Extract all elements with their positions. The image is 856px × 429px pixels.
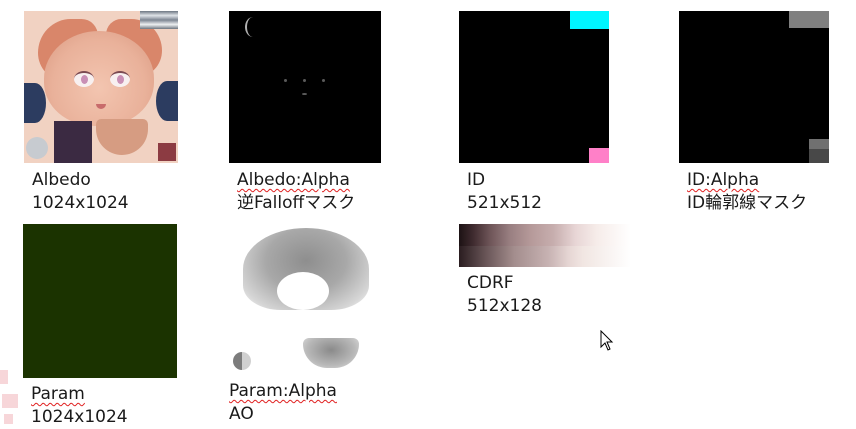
alpha-dot <box>322 79 325 82</box>
ao-bowl-region <box>303 338 359 368</box>
albedo-alpha-texture-thumbnail[interactable] <box>229 11 381 163</box>
cdrf-gradient-band <box>459 246 631 267</box>
texture-name: Albedo <box>32 170 91 190</box>
metal-stripe-region <box>140 11 178 29</box>
cdrf-caption: CDRF 512x128 <box>467 272 542 318</box>
texture-name: Albedo:Alpha <box>237 170 350 190</box>
texture-description: ID輪郭線マスク <box>687 193 808 213</box>
texture-size: 512x128 <box>467 296 542 316</box>
grey-block <box>789 11 829 28</box>
mouse-pointer-icon <box>600 330 614 351</box>
uniform-region <box>156 81 178 121</box>
id-alpha-caption: ID:Alpha ID輪郭線マスク <box>687 169 807 215</box>
eye-region <box>74 71 94 87</box>
crescent-mark <box>245 17 261 37</box>
decoration <box>4 414 13 424</box>
alpha-dot <box>303 79 306 82</box>
cdrf-texture-thumbnail[interactable] <box>459 224 631 267</box>
texture-name: Param:Alpha <box>229 381 337 401</box>
texture-name: CDRF <box>467 273 514 293</box>
id-caption: ID 521x512 <box>467 169 542 215</box>
skin-bowl-region <box>96 119 148 155</box>
alpha-dot <box>284 79 287 82</box>
texture-size: 1024x1024 <box>32 193 129 213</box>
face-region <box>44 31 154 126</box>
alpha-dot <box>302 93 307 95</box>
albedo-caption: Albedo 1024x1024 <box>32 169 129 215</box>
cyan-id-block <box>570 11 609 29</box>
ao-gap <box>277 272 329 310</box>
param-alpha-texture-thumbnail[interactable] <box>229 224 381 378</box>
texture-description: 逆Falloffマスク <box>237 193 356 213</box>
texture-name: Param <box>31 384 85 404</box>
id-alpha-texture-thumbnail[interactable] <box>679 11 829 163</box>
param-texture-thumbnail[interactable] <box>23 224 177 378</box>
ao-circle-region <box>233 352 251 370</box>
albedo-texture-thumbnail[interactable] <box>24 11 178 163</box>
red-accent-region <box>158 143 176 161</box>
decoration <box>0 370 8 384</box>
param-caption: Param 1024x1024 <box>31 383 128 429</box>
eye-region <box>110 71 130 87</box>
uniform-region <box>24 83 46 123</box>
albedo-alpha-caption: Albedo:Alpha 逆Falloffマスク <box>237 169 355 215</box>
texture-description: AO <box>229 404 254 424</box>
grey-circle-region <box>26 137 48 159</box>
texture-name: ID <box>467 170 486 190</box>
texture-size: 1024x1024 <box>31 407 128 427</box>
texture-size: 521x512 <box>467 193 542 213</box>
decoration <box>2 394 18 408</box>
id-texture-thumbnail[interactable] <box>459 11 609 163</box>
pink-id-block <box>589 148 609 163</box>
grey-block <box>809 149 829 163</box>
texture-name: ID:Alpha <box>687 170 760 190</box>
param-alpha-caption: Param:Alpha AO <box>229 380 337 426</box>
grey-block <box>809 139 829 149</box>
dark-cloth-region <box>54 121 92 163</box>
